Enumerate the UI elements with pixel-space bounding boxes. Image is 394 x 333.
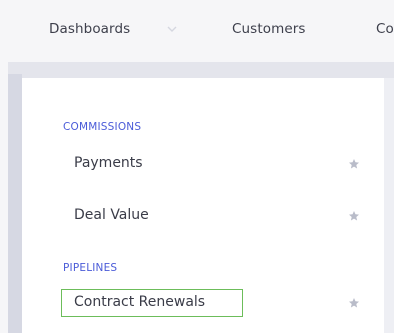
- star-icon[interactable]: [348, 297, 360, 309]
- dropdown-scroll-gutter: [384, 78, 394, 333]
- section-label-pipelines: PIPELINES: [63, 262, 118, 274]
- chevron-down-icon[interactable]: [165, 23, 179, 35]
- star-icon[interactable]: [348, 210, 360, 222]
- star-icon[interactable]: [348, 158, 360, 170]
- nav-dashboards[interactable]: Dashboards: [49, 21, 130, 37]
- menu-item-deal-value[interactable]: Deal Value: [74, 207, 149, 223]
- menu-item-contract-renewals[interactable]: Contract Renewals: [61, 289, 243, 317]
- menu-item-payments[interactable]: Payments: [74, 155, 143, 171]
- dropdown-edge: [8, 74, 22, 333]
- menu-item-label: Contract Renewals: [74, 294, 206, 310]
- top-navigation: Dashboards Customers Co: [0, 0, 394, 62]
- section-label-commissions: COMMISSIONS: [63, 121, 142, 133]
- nav-customers[interactable]: Customers: [232, 21, 306, 37]
- nav-item-clipped[interactable]: Co: [376, 21, 394, 37]
